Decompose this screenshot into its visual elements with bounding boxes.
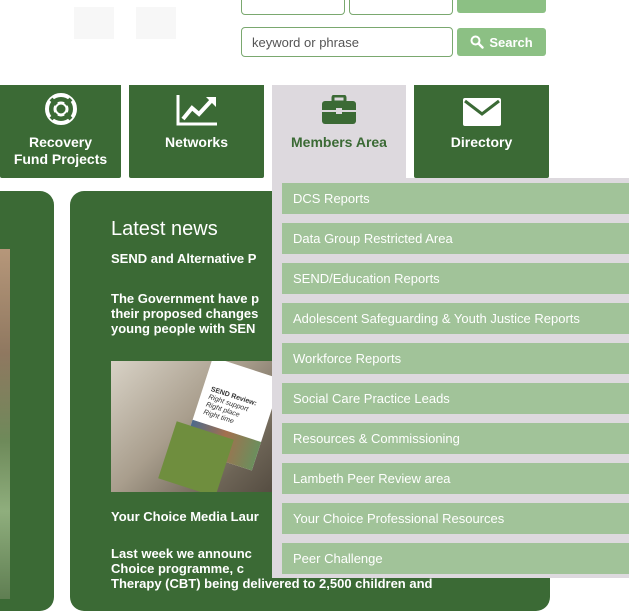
top-submit-button[interactable]: [457, 0, 546, 13]
news-body-line: The Government have p: [111, 291, 260, 306]
dropdown-item-your-choice[interactable]: Your Choice Professional Resources: [282, 503, 629, 534]
trend-chart-icon: [176, 95, 217, 126]
nav-tile-members-area[interactable]: Members Area: [272, 85, 406, 183]
nav-tile-networks[interactable]: Networks: [129, 85, 264, 178]
search-icon: [470, 35, 485, 49]
dropdown-item-data-group[interactable]: Data Group Restricted Area: [282, 223, 629, 254]
members-area-dropdown: DCS Reports Data Group Restricted Area S…: [272, 178, 629, 578]
left-panel-image: [0, 249, 10, 599]
news-item-title[interactable]: SEND and Alternative P: [111, 251, 256, 266]
news-body-line: their proposed changes: [111, 306, 259, 321]
left-panel: [0, 191, 54, 611]
nav-tile-label: Members Area: [291, 134, 387, 150]
dropdown-item-social-care[interactable]: Social Care Practice Leads: [282, 383, 629, 414]
dropdown-item-peer-challenge[interactable]: Peer Challenge: [282, 543, 629, 574]
dropdown-item-workforce[interactable]: Workforce Reports: [282, 343, 629, 374]
dropdown-item-dcs-reports[interactable]: DCS Reports: [282, 183, 629, 214]
news-title: Latest news: [111, 218, 218, 240]
news-item-body: The Government have p their proposed cha…: [111, 291, 259, 336]
placeholder-box-1: [74, 7, 114, 39]
nav-tile-label: Networks: [164, 134, 229, 150]
top-field-2[interactable]: [349, 0, 453, 15]
search-button[interactable]: Search: [457, 28, 546, 56]
news-image-cover-text: SEND Review: Right support Right place R…: [202, 386, 257, 431]
envelope-icon: [462, 98, 501, 126]
news-item-title[interactable]: Your Choice Media Laur: [111, 509, 259, 524]
briefcase-icon: [322, 95, 356, 124]
dropdown-item-send-education[interactable]: SEND/Education Reports: [282, 263, 629, 294]
top-field-1[interactable]: [241, 0, 345, 15]
lifebuoy-icon: [44, 93, 77, 125]
nav-tile-recovery[interactable]: Recovery Fund Projects: [0, 85, 121, 178]
search-button-label: Search: [489, 34, 533, 50]
nav-tile-directory[interactable]: Directory: [414, 85, 549, 178]
search-input[interactable]: [241, 27, 453, 57]
dropdown-item-lambeth[interactable]: Lambeth Peer Review area: [282, 463, 629, 494]
news-body-line: young people with SEN: [111, 321, 256, 336]
news-body-line: Therapy (CBT) being delivered to 2,500 c…: [111, 576, 433, 591]
dropdown-item-adolescent-safeguarding[interactable]: Adolescent Safeguarding & Youth Justice …: [282, 303, 629, 334]
nav-tile-label: Recovery Fund Projects: [13, 134, 108, 167]
nav-tile-label: Directory: [450, 134, 513, 150]
placeholder-box-2: [136, 7, 176, 39]
dropdown-item-resources[interactable]: Resources & Commissioning: [282, 423, 629, 454]
